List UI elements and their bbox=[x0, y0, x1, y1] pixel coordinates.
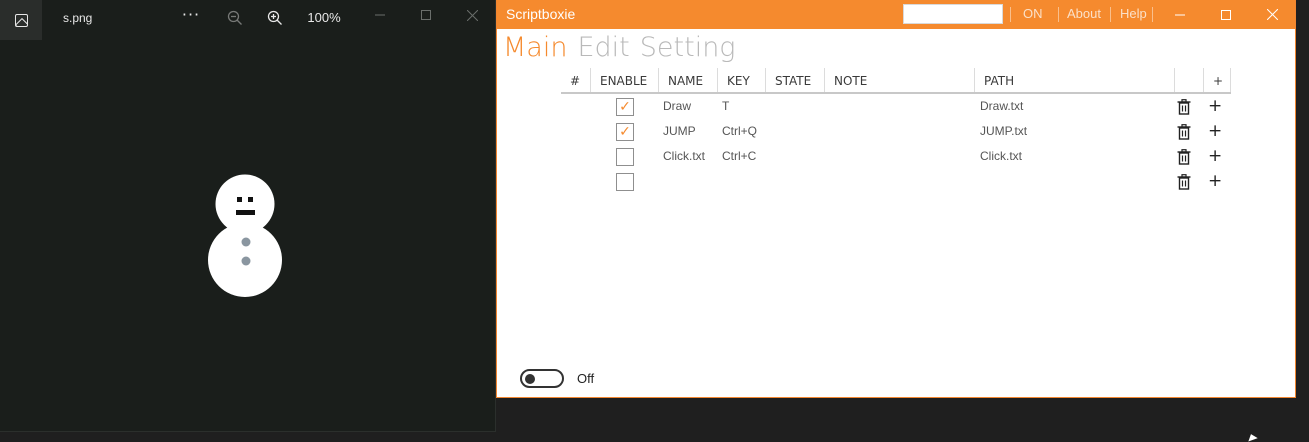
snowman-image bbox=[205, 172, 285, 300]
close-button[interactable] bbox=[1249, 0, 1295, 29]
add-row-button[interactable]: + bbox=[1208, 120, 1222, 142]
row-name[interactable]: Draw bbox=[663, 94, 691, 119]
row-path[interactable]: Draw.txt bbox=[980, 94, 1023, 119]
image-icon[interactable] bbox=[0, 0, 42, 40]
column-header-name[interactable]: NAME bbox=[658, 68, 717, 92]
more-options-button[interactable]: ··· bbox=[178, 2, 204, 26]
row-path[interactable]: Click.txt bbox=[980, 144, 1022, 169]
row-key[interactable]: Ctrl+Q bbox=[722, 119, 757, 144]
column-header-state[interactable]: STATE bbox=[765, 68, 824, 92]
viewer-titlebar: s.png ··· 100% bbox=[0, 0, 496, 40]
tab-main[interactable]: Main bbox=[503, 31, 567, 65]
trash-icon[interactable] bbox=[1177, 124, 1191, 140]
row-name[interactable]: JUMP bbox=[663, 119, 696, 144]
run-toggle-switch[interactable] bbox=[520, 369, 564, 388]
tab-edit[interactable]: Edit bbox=[577, 31, 629, 65]
tab-setting[interactable]: Setting bbox=[640, 31, 736, 65]
zoom-out-icon[interactable] bbox=[226, 6, 244, 30]
search-input[interactable] bbox=[903, 4, 1003, 24]
zoom-in-icon[interactable] bbox=[266, 6, 284, 30]
table-row: ✓ JUMP Ctrl+Q JUMP.txt + bbox=[561, 119, 1231, 144]
viewer-minimize-button[interactable] bbox=[357, 0, 403, 30]
row-key[interactable]: Ctrl+C bbox=[722, 144, 756, 169]
table-row: + bbox=[561, 169, 1231, 194]
column-header-path[interactable]: PATH bbox=[974, 68, 1174, 92]
add-row-button[interactable]: + bbox=[1208, 170, 1222, 192]
checkmark-icon: ✓ bbox=[619, 124, 631, 140]
title-separator bbox=[1152, 7, 1153, 22]
title-separator bbox=[1010, 7, 1011, 22]
viewer-close-button[interactable] bbox=[449, 0, 495, 30]
row-path[interactable]: JUMP.txt bbox=[980, 119, 1027, 144]
trash-icon[interactable] bbox=[1177, 149, 1191, 165]
table-row: Click.txt Ctrl+C Click.txt + bbox=[561, 144, 1231, 169]
title-separator bbox=[1058, 7, 1059, 22]
app-title: Scriptboxie bbox=[506, 6, 576, 22]
photo-viewer-window: s.png ··· 100% bbox=[0, 0, 496, 432]
maximize-button[interactable] bbox=[1203, 0, 1249, 29]
toggle-label: Off bbox=[577, 371, 595, 386]
column-header-note[interactable]: NOTE bbox=[824, 68, 974, 92]
mouse-cursor-icon bbox=[1246, 432, 1258, 442]
title-separator bbox=[1110, 7, 1111, 22]
scriptboxie-window: Scriptboxie ON About Help Main Edit Sett… bbox=[496, 0, 1296, 398]
toggle-knob bbox=[525, 373, 535, 384]
enable-checkbox[interactable]: ✓ bbox=[616, 98, 634, 116]
minimize-button[interactable] bbox=[1157, 0, 1203, 29]
trash-icon[interactable] bbox=[1177, 174, 1191, 190]
column-header-key[interactable]: KEY bbox=[717, 68, 765, 92]
enable-checkbox[interactable]: ✓ bbox=[616, 123, 634, 141]
viewer-filename: s.png bbox=[63, 11, 93, 25]
zoom-level[interactable]: 100% bbox=[304, 5, 344, 29]
column-header-index[interactable]: # bbox=[561, 68, 591, 92]
table-header: # ENABLE NAME KEY STATE NOTE PATH + bbox=[561, 68, 1231, 94]
row-name[interactable]: Click.txt bbox=[663, 144, 705, 169]
add-row-button[interactable]: + bbox=[1208, 145, 1222, 167]
add-row-button[interactable]: + bbox=[1208, 95, 1222, 117]
viewer-maximize-button[interactable] bbox=[403, 0, 449, 30]
script-table: # ENABLE NAME KEY STATE NOTE PATH + ✓ Dr… bbox=[561, 68, 1231, 194]
about-button[interactable]: About bbox=[1067, 6, 1101, 21]
on-off-status-button[interactable]: ON bbox=[1023, 6, 1043, 21]
column-header-add[interactable]: + bbox=[1203, 68, 1231, 92]
row-key[interactable]: T bbox=[722, 94, 729, 119]
table-row: ✓ Draw T Draw.txt + bbox=[561, 94, 1231, 119]
help-button[interactable]: Help bbox=[1120, 6, 1147, 21]
column-header-enable[interactable]: ENABLE bbox=[590, 68, 658, 92]
tab-bar: Main Edit Setting bbox=[503, 31, 736, 65]
enable-checkbox[interactable] bbox=[616, 173, 634, 191]
column-header-delete bbox=[1174, 68, 1203, 92]
checkmark-icon: ✓ bbox=[619, 99, 631, 115]
scriptboxie-titlebar: Scriptboxie ON About Help bbox=[497, 0, 1295, 29]
trash-icon[interactable] bbox=[1177, 99, 1191, 115]
enable-checkbox[interactable] bbox=[616, 148, 634, 166]
